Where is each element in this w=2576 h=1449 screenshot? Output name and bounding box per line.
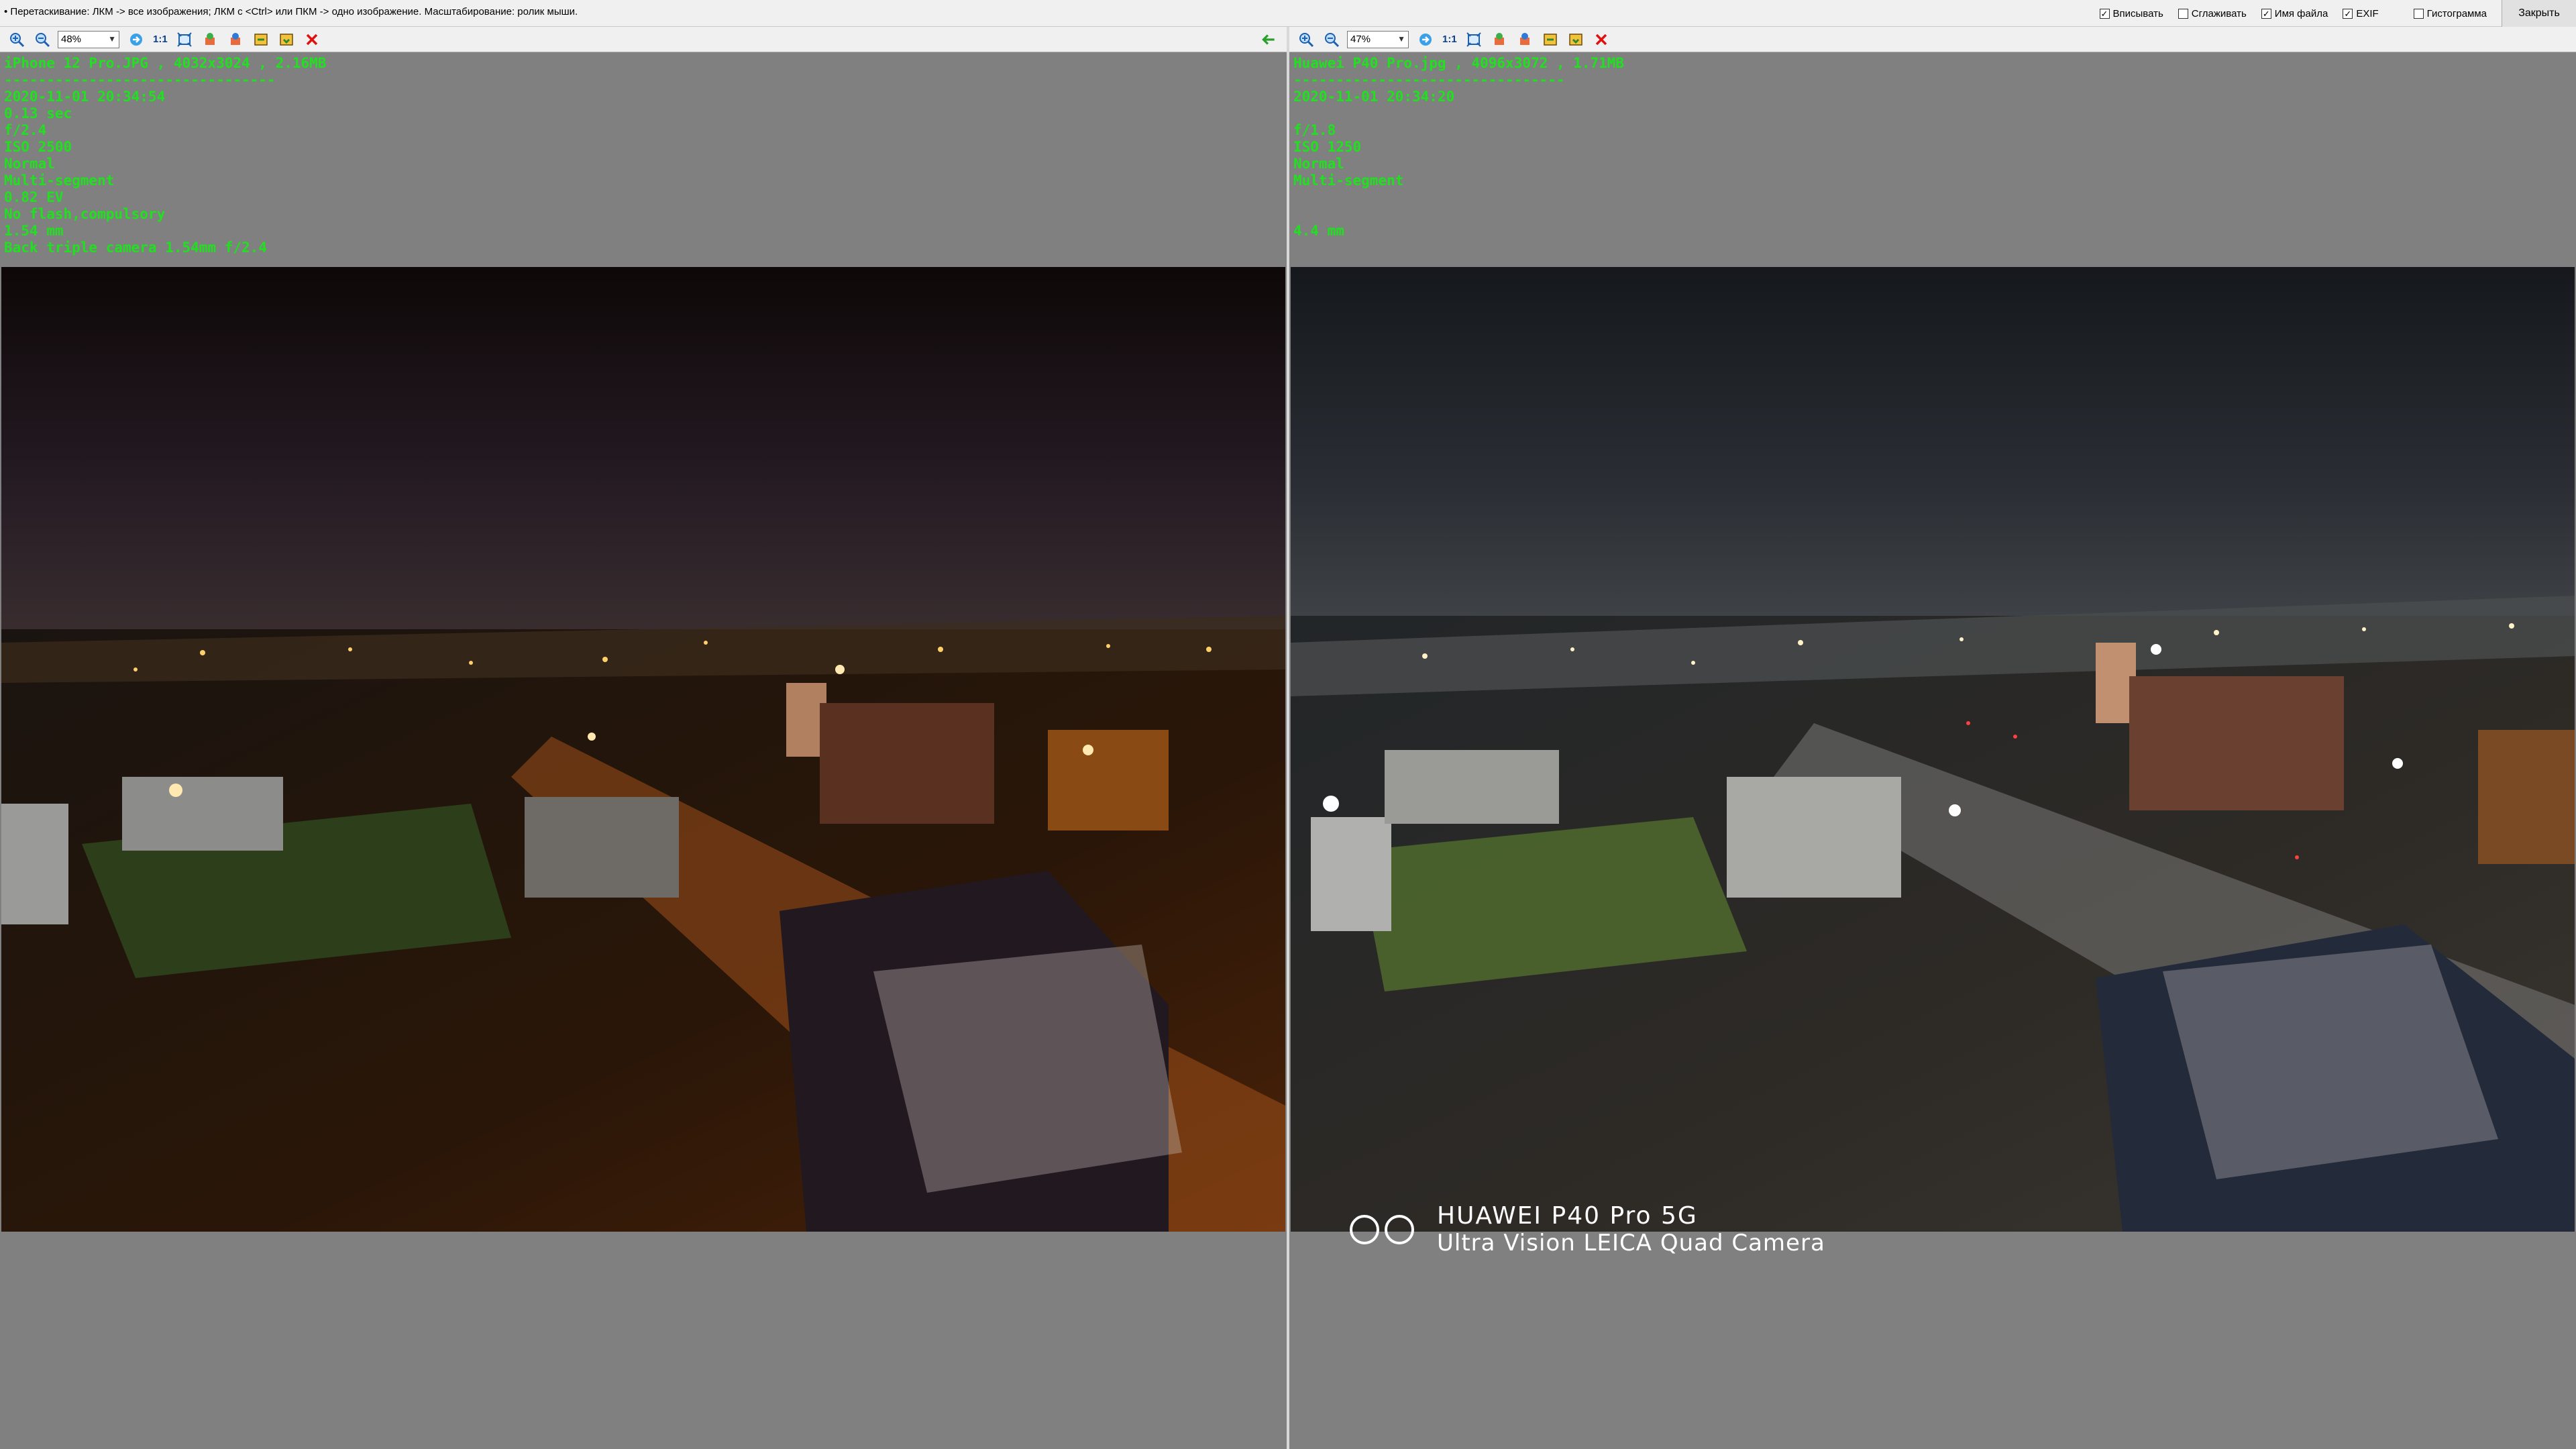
leica-rings-logo <box>1350 1214 1414 1244</box>
exif-line: ISO 2500 <box>4 139 72 155</box>
exif-line: 2020-11-01 20:34:54 <box>4 89 166 105</box>
zoom-select-right[interactable]: 47% ▼ <box>1347 30 1409 48</box>
exif-line: Normal <box>1293 156 1344 172</box>
exif-line: Huawei P40 Pro.jpg , 4096x3072 , 1.71MB <box>1293 55 1625 71</box>
exif-line <box>1293 105 1624 122</box>
fit-arrow-icon[interactable] <box>1417 31 1434 48</box>
exif-line <box>1293 189 1624 206</box>
exif-line: -------------------------------- <box>1293 72 1565 88</box>
exif-line: f/1.8 <box>1293 122 1336 138</box>
exif-line: Multi-segment <box>1293 172 1404 189</box>
left-exif-overlay: iPhone 12 Pro.JPG , 4032x3024 , 2.16MB -… <box>4 55 326 256</box>
zoom-out-icon[interactable] <box>1323 31 1340 48</box>
watermark-camera: Ultra Vision LEICA Quad Camera <box>1437 1230 1825 1256</box>
one-to-one-button[interactable]: 1:1 <box>1442 34 1457 45</box>
option-histogram[interactable]: Гистограмма <box>2413 7 2487 19</box>
flip-icon[interactable] <box>252 31 270 48</box>
exif-line: Multi-segment <box>4 172 115 189</box>
rotate-left-icon[interactable] <box>201 31 219 48</box>
zoom-in-icon[interactable] <box>8 31 25 48</box>
zoom-in-icon[interactable] <box>1297 31 1315 48</box>
option-filename[interactable]: ✓ Имя файла <box>2261 8 2328 19</box>
checkbox-smooth[interactable] <box>2178 8 2188 19</box>
exif-line: -------------------------------- <box>4 72 276 88</box>
rotate-left-icon[interactable] <box>1491 31 1508 48</box>
option-smooth[interactable]: Сглаживать <box>2178 8 2247 19</box>
zoom-value-right: 47% <box>1350 34 1371 45</box>
save-icon[interactable] <box>278 31 295 48</box>
option-smooth-label: Сглаживать <box>2191 7 2247 19</box>
save-icon[interactable] <box>1567 31 1585 48</box>
right-toolbar: 47% ▼ 1:1 <box>1289 27 2576 52</box>
exif-line: No flash,compulsory <box>4 206 166 222</box>
option-fit[interactable]: ✓ Вписывать <box>2099 7 2163 19</box>
rotate-right-icon[interactable] <box>1516 31 1534 48</box>
option-histogram-label: Гистограмма <box>2426 7 2487 19</box>
fit-arrow-icon[interactable] <box>127 31 145 48</box>
zoom-value-left: 48% <box>61 34 82 45</box>
exif-line: 0.13 sec <box>4 105 72 121</box>
exif-line: 4.4 mm <box>1293 223 1344 239</box>
left-toolbar: 48% ▼ 1:1 <box>0 27 1287 52</box>
right-night-city-photo <box>1291 267 2575 1232</box>
top-bar: • Перетаскивание: ЛКМ -> все изображения… <box>0 0 2576 27</box>
camera-watermark: HUAWEI P40 Pro 5G Ultra Vision LEICA Qua… <box>1343 1202 1825 1256</box>
exif-line: f/2.4 <box>4 122 47 138</box>
exif-line: ISO 1250 <box>1293 139 1362 155</box>
flip-icon[interactable] <box>1542 31 1559 48</box>
exif-line <box>1293 206 1624 223</box>
exif-line: 2020-11-01 20:34:20 <box>1293 89 1455 105</box>
option-fit-label: Вписывать <box>2112 7 2163 19</box>
exif-line: Back triple camera 1.54mm f/2.4 <box>4 239 267 256</box>
delete-icon[interactable] <box>303 31 321 48</box>
exif-line: iPhone 12 Pro.JPG , 4032x3024 , 2.16MB <box>4 55 327 71</box>
watermark-model: HUAWEI P40 Pro 5G <box>1437 1202 1698 1230</box>
checkbox-filename[interactable]: ✓ <box>2261 8 2271 19</box>
delete-icon[interactable] <box>1593 31 1610 48</box>
options-row: ✓ Вписывать Сглаживать ✓ Имя файла ✓ EXI… <box>2099 0 2576 27</box>
left-night-city-photo <box>1 267 1285 1232</box>
zoom-select-left[interactable]: 48% ▼ <box>58 30 119 48</box>
one-to-one-button[interactable]: 1:1 <box>153 34 168 45</box>
exif-line: Normal <box>4 156 55 172</box>
usage-hint: • Перетаскивание: ЛКМ -> все изображения… <box>4 6 578 17</box>
fit-screen-icon[interactable] <box>176 31 193 48</box>
rotate-right-icon[interactable] <box>227 31 244 48</box>
checkbox-fit[interactable]: ✓ <box>2099 8 2110 19</box>
right-exif-overlay: Huawei P40 Pro.jpg , 4096x3072 , 1.71MB … <box>1293 55 1624 239</box>
close-button[interactable]: Закрыть <box>2502 0 2576 27</box>
exif-line: 0.82 EV <box>4 189 64 205</box>
exif-line: 1.54 mm <box>4 223 64 239</box>
checkbox-histogram[interactable] <box>2413 8 2424 19</box>
option-filename-label: Имя файла <box>2274 7 2328 19</box>
chevron-down-icon: ▼ <box>1397 34 1405 44</box>
right-image-panel[interactable]: Huawei P40 Pro.jpg , 4096x3072 , 1.71MB … <box>1289 52 2576 1449</box>
chevron-down-icon: ▼ <box>108 34 116 44</box>
option-exif-label: EXIF <box>2356 7 2379 19</box>
checkbox-exif[interactable]: ✓ <box>2343 8 2353 19</box>
zoom-out-icon[interactable] <box>34 31 51 48</box>
option-exif[interactable]: ✓ EXIF <box>2343 7 2379 19</box>
sync-left-arrow-icon[interactable] <box>1260 31 1277 48</box>
left-image-panel[interactable]: iPhone 12 Pro.JPG , 4032x3024 , 2.16MB -… <box>0 52 1287 1449</box>
fit-screen-icon[interactable] <box>1465 31 1483 48</box>
